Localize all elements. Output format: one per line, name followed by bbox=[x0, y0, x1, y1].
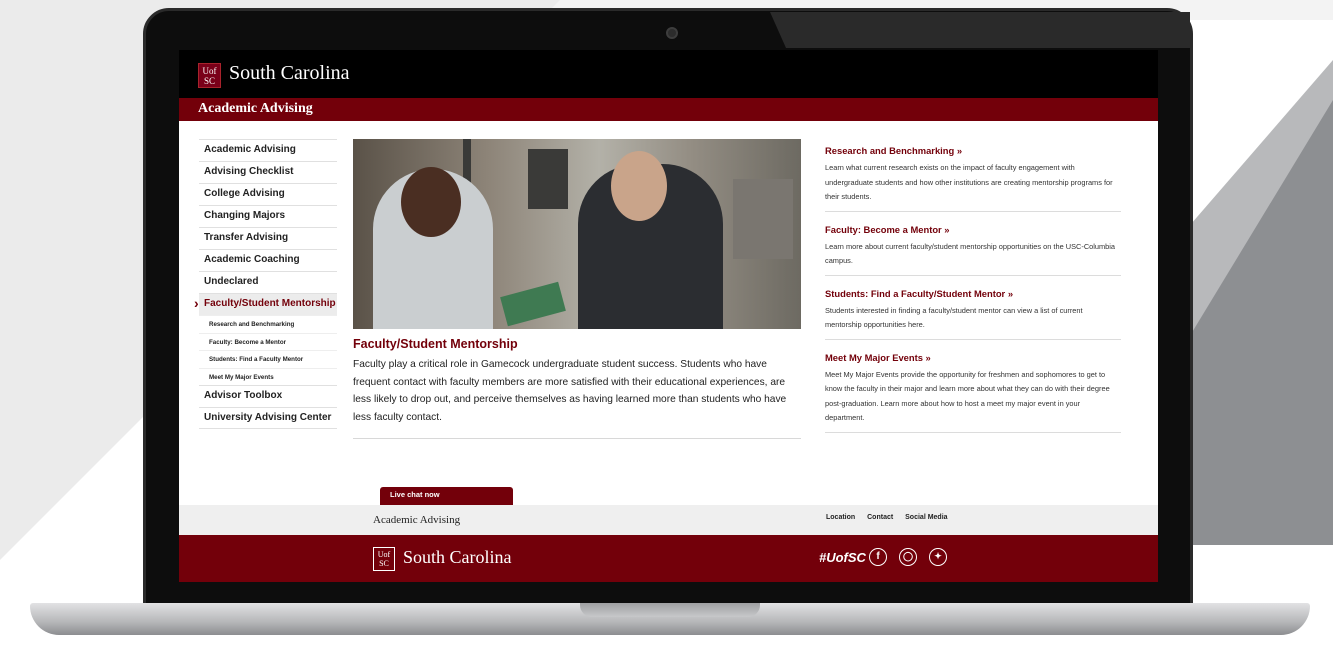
nav-item-faculty-student-mentorship[interactable]: Faculty/Student Mentorship bbox=[194, 293, 337, 315]
footer-bar: Academic Advising Location Contact Socia… bbox=[179, 505, 1158, 535]
nav-subitem-become-mentor[interactable]: Faculty: Become a Mentor bbox=[199, 332, 337, 351]
browser-screen: Uof SC South Carolina Academic Advising A… bbox=[179, 50, 1158, 582]
footer-title[interactable]: Academic Advising bbox=[373, 514, 460, 526]
left-nav: Academic Advising Advising Checklist Col… bbox=[194, 139, 337, 429]
site-brand[interactable]: South Carolina bbox=[229, 62, 350, 85]
right-card-link[interactable]: Meet My Major Events » bbox=[825, 352, 1121, 363]
right-card-text: Learn what current research exists on th… bbox=[825, 163, 1113, 201]
laptop-notch bbox=[580, 603, 760, 617]
nav-item-advising-checklist[interactable]: Advising Checklist bbox=[199, 161, 337, 183]
nav-subitem-meet-my-major[interactable]: Meet My Major Events bbox=[199, 367, 337, 386]
nav-item-advisor-toolbox[interactable]: Advisor Toolbox bbox=[199, 385, 337, 407]
mentorship-photo bbox=[353, 139, 801, 329]
footer-links: Location Contact Social Media bbox=[826, 514, 958, 521]
right-card-text: Learn more about current faculty/student… bbox=[825, 241, 1116, 266]
hashtag[interactable]: #UofSC bbox=[819, 550, 866, 565]
photo-shelf bbox=[733, 179, 793, 259]
site-header: Uof SC South Carolina bbox=[179, 50, 1158, 98]
photo-person-right-head bbox=[611, 151, 667, 221]
instagram-icon[interactable]: ◯ bbox=[899, 548, 917, 566]
facebook-icon[interactable]: f bbox=[869, 548, 887, 566]
photo-equipment bbox=[528, 149, 568, 209]
nav-item-undeclared[interactable]: Undeclared bbox=[199, 271, 337, 293]
photo-circuit-board bbox=[500, 281, 566, 327]
nav-subitem-find-mentor[interactable]: Students: Find a Faculty Mentor bbox=[199, 350, 337, 368]
right-card-link[interactable]: Students: Find a Faculty/Student Mentor … bbox=[825, 288, 1121, 299]
right-card-text: Meet My Major Events provide the opportu… bbox=[825, 369, 1110, 423]
nav-item-university-advising-center[interactable]: University Advising Center bbox=[199, 407, 337, 429]
footer-link-social-media[interactable]: Social Media bbox=[905, 514, 947, 521]
right-card: Students: Find a Faculty/Student Mentor … bbox=[825, 288, 1121, 340]
right-card-link[interactable]: Research and Benchmarking » bbox=[825, 145, 1121, 156]
footer-uofsc-logo-icon[interactable]: Uof SC bbox=[373, 547, 395, 571]
section-bar: Academic Advising bbox=[179, 98, 1158, 121]
right-card: Faculty: Become a Mentor » Learn more ab… bbox=[825, 224, 1121, 276]
footer-brand[interactable]: South Carolina bbox=[403, 547, 512, 568]
right-card-text: Students interested in finding a faculty… bbox=[825, 305, 1083, 330]
right-card-link[interactable]: Faculty: Become a Mentor » bbox=[825, 224, 1121, 235]
right-card: Meet My Major Events » Meet My Major Eve… bbox=[825, 352, 1121, 433]
twitter-icon[interactable]: ✦ bbox=[929, 548, 947, 566]
footer-brand-bar: Uof SC South Carolina #UofSC f ◯ ✦ bbox=[179, 535, 1158, 582]
laptop-lid-sheen bbox=[770, 12, 1190, 48]
uofsc-logo-icon[interactable]: Uof SC bbox=[198, 63, 221, 88]
live-chat-button[interactable]: Live chat now bbox=[380, 487, 513, 505]
nav-item-transfer-advising[interactable]: Transfer Advising bbox=[199, 227, 337, 249]
footer-link-location[interactable]: Location bbox=[826, 514, 855, 521]
page-title: Faculty/Student Mentorship bbox=[353, 337, 518, 351]
webcam-icon bbox=[666, 27, 678, 39]
photo-person-left-head bbox=[401, 167, 461, 237]
right-column: Research and Benchmarking » Learn what c… bbox=[825, 145, 1121, 445]
section-title[interactable]: Academic Advising bbox=[198, 101, 313, 117]
nav-subitem-research-benchmarking[interactable]: Research and Benchmarking bbox=[199, 315, 337, 333]
nav-item-academic-advising[interactable]: Academic Advising bbox=[199, 139, 337, 161]
right-card: Research and Benchmarking » Learn what c… bbox=[825, 145, 1121, 212]
footer-link-contact[interactable]: Contact bbox=[867, 514, 893, 521]
page-intro: Faculty play a critical role in Gamecock… bbox=[353, 359, 787, 423]
nav-item-academic-coaching[interactable]: Academic Coaching bbox=[199, 249, 337, 271]
content-divider bbox=[353, 438, 801, 439]
nav-item-changing-majors[interactable]: Changing Majors bbox=[199, 205, 337, 227]
nav-item-college-advising[interactable]: College Advising bbox=[199, 183, 337, 205]
